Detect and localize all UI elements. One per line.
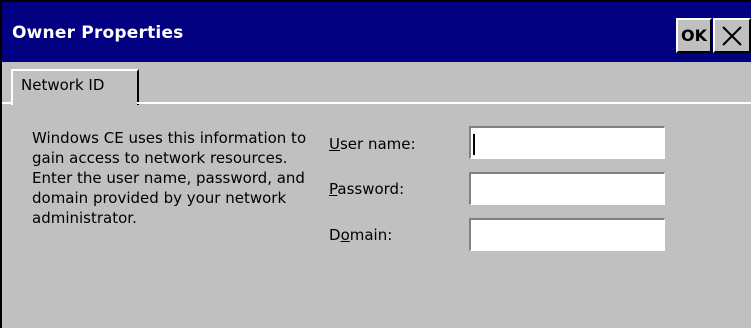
username-label: User name:	[329, 135, 416, 153]
password-label: Password:	[329, 180, 405, 198]
username-input[interactable]	[469, 126, 665, 159]
ok-button[interactable]: OK	[676, 18, 712, 53]
text-caret	[473, 134, 475, 155]
password-input[interactable]	[469, 172, 665, 205]
tab-network-id[interactable]: Network ID	[11, 69, 139, 105]
domain-input[interactable]	[469, 218, 665, 251]
close-icon	[722, 25, 742, 46]
title-bar: Owner Properties OK	[2, 2, 751, 62]
close-button[interactable]	[713, 18, 751, 53]
tab-strip: Network ID	[2, 62, 751, 105]
window-title: Owner Properties	[12, 23, 184, 43]
domain-label: Domain:	[329, 226, 393, 244]
owner-properties-window: Owner Properties OK Network ID Windows C…	[0, 0, 751, 328]
description-text: Windows CE uses this information to gain…	[32, 129, 307, 227]
